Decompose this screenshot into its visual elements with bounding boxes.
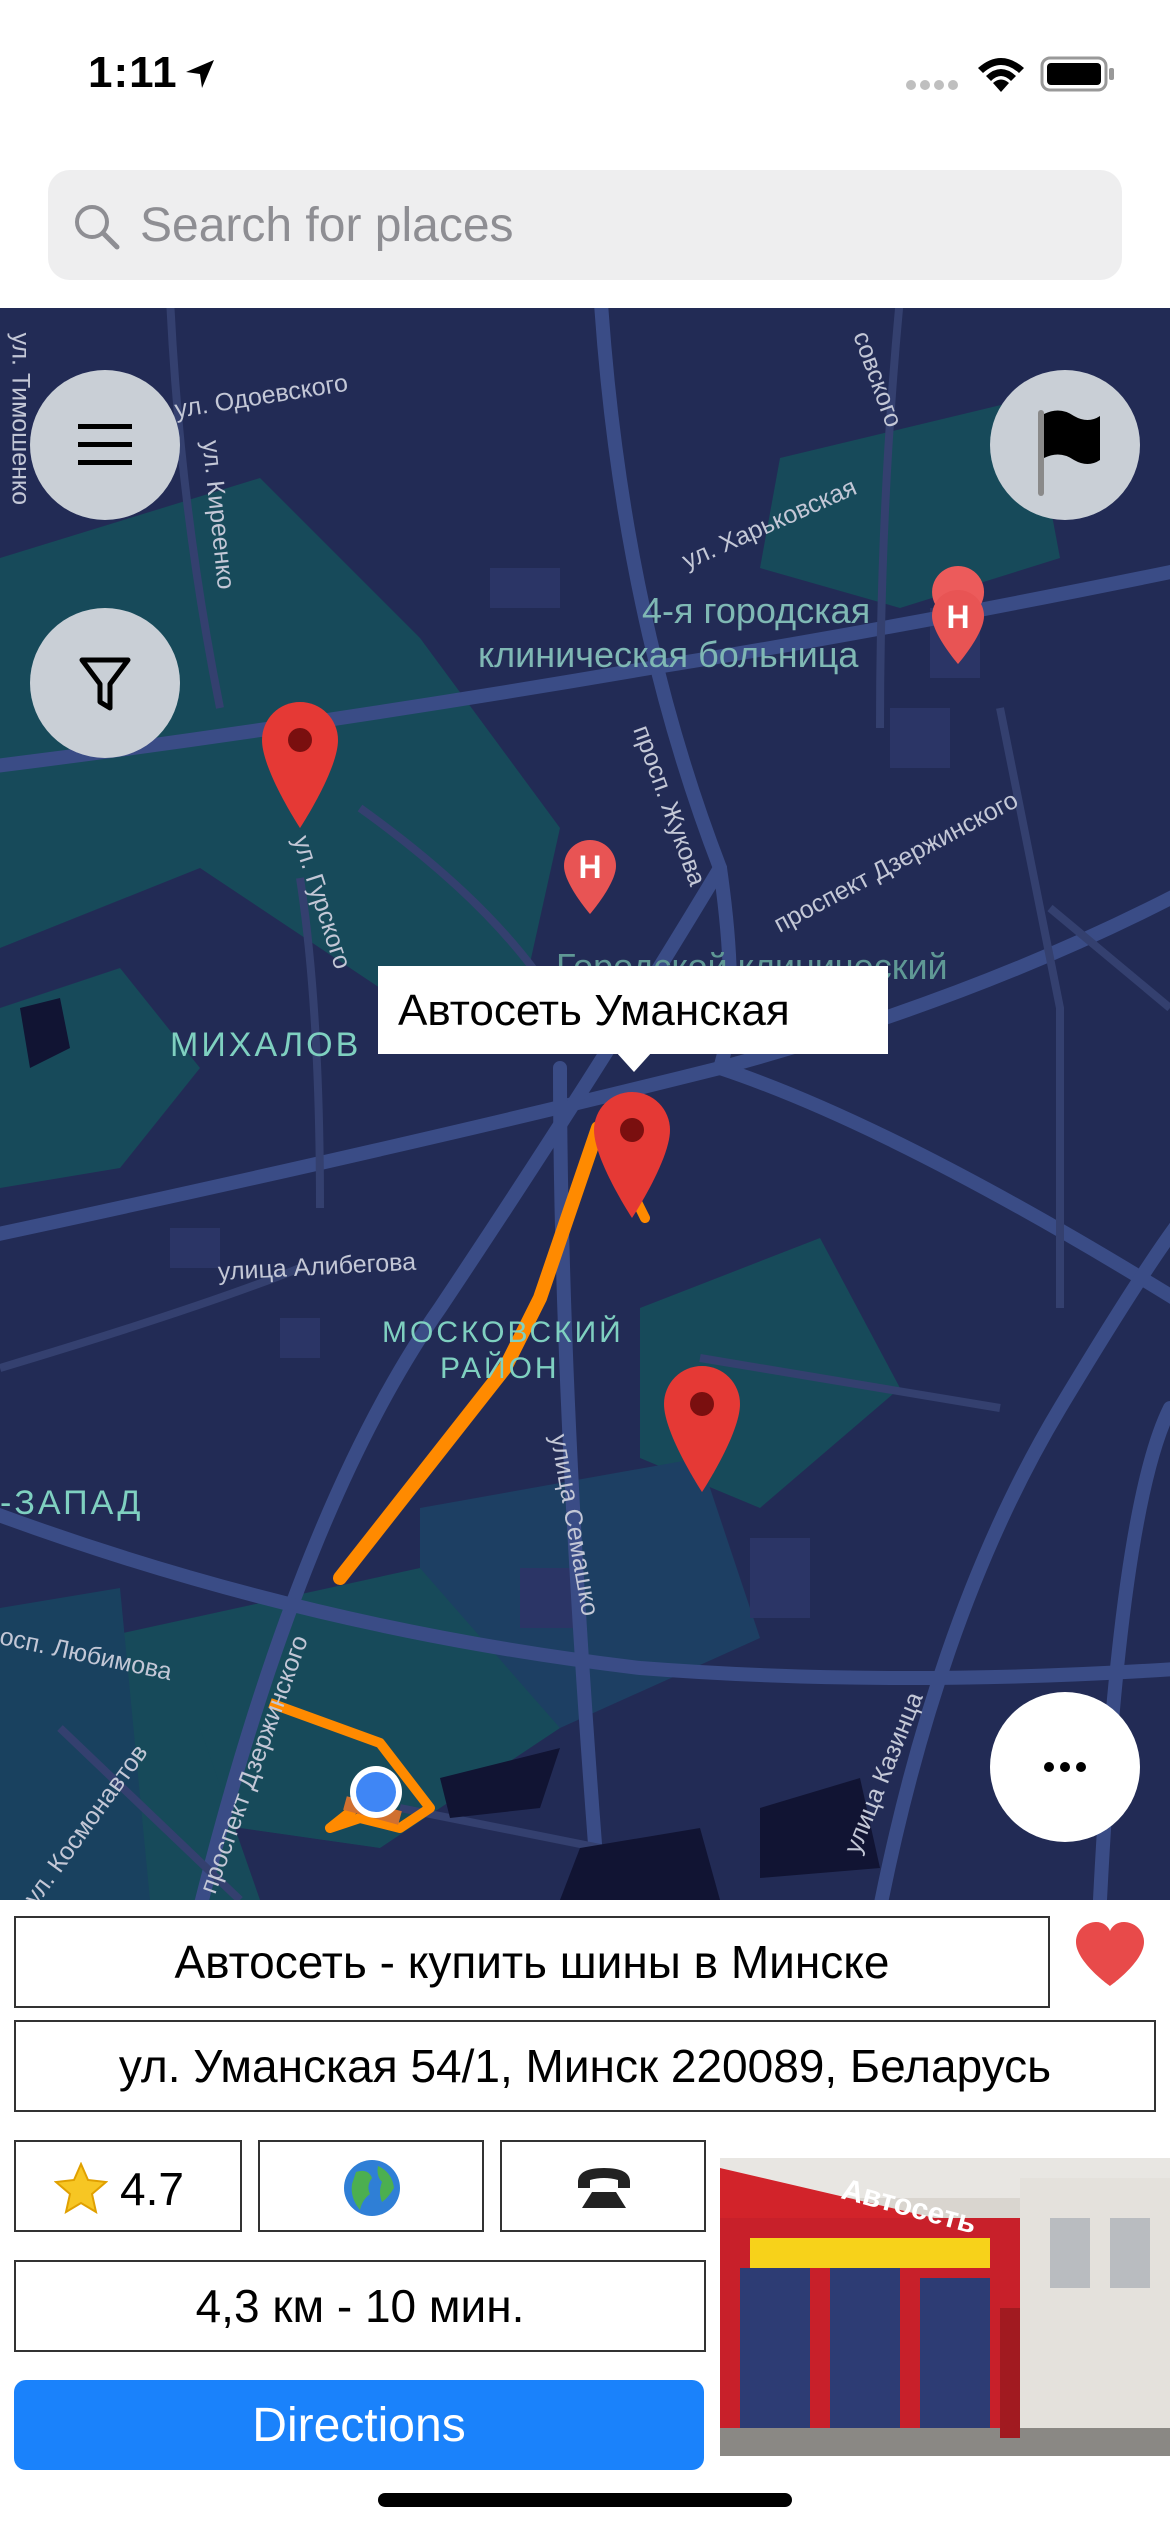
map-label-district-zapad: -ЗАПАД <box>0 1484 144 1522</box>
status-bar: 1:11 <box>0 0 1170 150</box>
map-label-district-mikhalovo: МИХАЛОВ <box>170 1026 362 1064</box>
home-indicator <box>378 2493 792 2507</box>
wifi-icon <box>978 58 1024 92</box>
place-photo[interactable]: Автосеть <box>720 2158 1170 2456</box>
status-time: 1:11 <box>88 48 178 97</box>
place-pin-icon-selected[interactable] <box>592 1090 672 1220</box>
flag-button[interactable] <box>990 370 1140 520</box>
favorite-heart-icon[interactable] <box>1074 1922 1146 1988</box>
place-pin-icon[interactable] <box>260 700 340 830</box>
storefront-photo: Автосеть <box>720 2158 1170 2456</box>
map-roads <box>0 308 1170 1900</box>
map-label-district-moskovsky-line2: РАЙОН <box>440 1352 560 1385</box>
map-label-hospital-line2: клиническая больница <box>478 634 859 675</box>
battery-icon <box>1040 56 1114 92</box>
filter-icon <box>79 657 131 711</box>
place-pin-icon[interactable] <box>662 1364 742 1494</box>
menu-button[interactable] <box>30 370 180 520</box>
filter-button[interactable] <box>30 608 180 758</box>
map-label-hospital: 4-я городская <box>642 590 871 631</box>
distance-box: 4,3 км - 10 мин. <box>14 2260 706 2352</box>
search-bar[interactable]: Search for places <box>48 170 1122 280</box>
map-view[interactable]: H H 4-я городская клиническая больница Г… <box>0 308 1170 1900</box>
distance-text: 4,3 км - 10 мин. <box>195 2280 525 2332</box>
more-button[interactable] <box>990 1692 1140 1842</box>
star-icon <box>54 2162 108 2214</box>
website-button[interactable] <box>258 2140 484 2232</box>
callout-title: Автосеть Уманская <box>398 986 790 1035</box>
user-location-icon <box>350 1766 402 1818</box>
phone-icon <box>578 2168 630 2208</box>
hospital-marker-icon[interactable]: H <box>928 586 988 666</box>
hospital-marker-icon[interactable]: H <box>560 836 620 916</box>
location-arrow-icon <box>186 60 214 88</box>
svg-text:H: H <box>946 599 969 635</box>
rating-button[interactable]: 4.7 <box>14 2140 242 2232</box>
flag-icon <box>1038 410 1100 496</box>
globe-icon <box>344 2160 400 2216</box>
more-icon <box>1044 1762 1086 1772</box>
place-address: ул. Уманская 54/1, Минск 220089, Беларус… <box>118 2040 1052 2092</box>
cellular-signal-icon <box>906 80 958 90</box>
search-input[interactable]: Search for places <box>140 198 514 253</box>
place-address-box: ул. Уманская 54/1, Минск 220089, Беларус… <box>14 2020 1156 2112</box>
svg-text:H: H <box>578 849 601 885</box>
map-label-district-moskovsky: МОСКОВСКИЙ <box>382 1316 624 1349</box>
place-name: Автосеть - купить шины в Минске <box>174 1936 890 1988</box>
callout-tail <box>616 1052 652 1072</box>
place-name-box: Автосеть - купить шины в Минске <box>14 1916 1050 2008</box>
phone-button[interactable] <box>500 2140 706 2232</box>
map-callout[interactable]: Автосеть Уманская <box>378 966 888 1072</box>
hamburger-icon <box>78 424 132 465</box>
directions-button[interactable]: Directions <box>14 2380 704 2470</box>
search-icon <box>75 205 120 250</box>
rating-value: 4.7 <box>120 2163 184 2215</box>
